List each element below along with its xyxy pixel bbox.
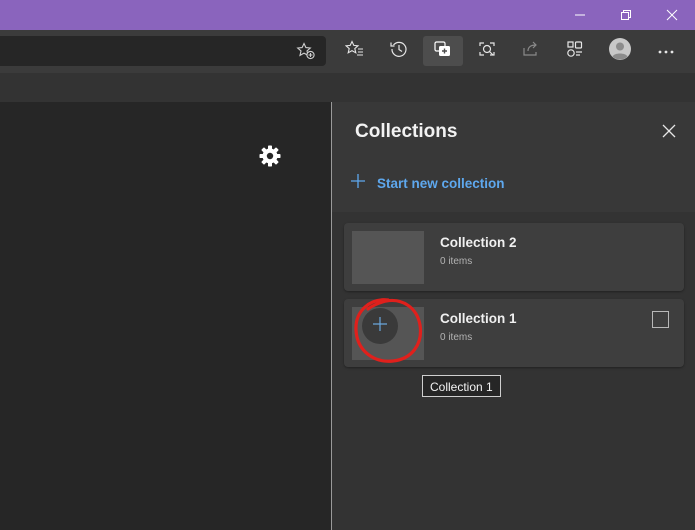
share-icon (521, 39, 541, 64)
web-capture-icon (477, 39, 497, 64)
collection-title: Collection 2 (440, 235, 517, 250)
more-menu-button[interactable] (646, 36, 686, 66)
favorites-bar (0, 73, 695, 102)
start-new-collection-button[interactable]: Start new collection (350, 172, 505, 194)
favorites-icon (344, 39, 365, 63)
close-icon[interactable] (649, 0, 695, 30)
collection-item-count: 0 items (440, 256, 473, 267)
profile-button[interactable] (600, 36, 640, 66)
plus-icon (350, 173, 366, 194)
start-new-collection-label: Start new collection (377, 175, 505, 191)
collection-select-checkbox[interactable] (652, 311, 669, 328)
history-button[interactable] (379, 36, 419, 66)
collection-title: Collection 1 (440, 311, 517, 326)
more-menu-icon (657, 42, 675, 60)
annotation-circle (354, 298, 423, 363)
address-bar[interactable] (0, 36, 326, 66)
collection-thumbnail (352, 231, 424, 284)
extensions-icon (565, 39, 585, 64)
profile-avatar (608, 37, 632, 66)
panel-title: Collections (355, 121, 458, 142)
extensions-button[interactable] (555, 36, 595, 66)
favorites-button[interactable] (335, 36, 375, 66)
close-icon (662, 124, 676, 143)
collections-button[interactable] (423, 36, 463, 66)
restore-icon[interactable] (603, 0, 649, 30)
collection-card[interactable]: Collection 2 0 items (344, 223, 684, 291)
close-panel-button[interactable] (658, 122, 680, 144)
collections-header: Collections Start new collection (332, 102, 695, 212)
web-capture-button[interactable] (467, 36, 507, 66)
title-bar (0, 0, 695, 30)
share-button[interactable] (511, 36, 551, 66)
gear-icon[interactable] (258, 144, 282, 168)
tooltip: Collection 1 (422, 375, 501, 397)
history-icon (389, 39, 409, 64)
collection-item-count: 0 items (440, 332, 473, 343)
minimize-icon[interactable] (557, 0, 603, 30)
add-favorite-icon[interactable] (296, 42, 316, 60)
collections-icon (433, 39, 453, 64)
